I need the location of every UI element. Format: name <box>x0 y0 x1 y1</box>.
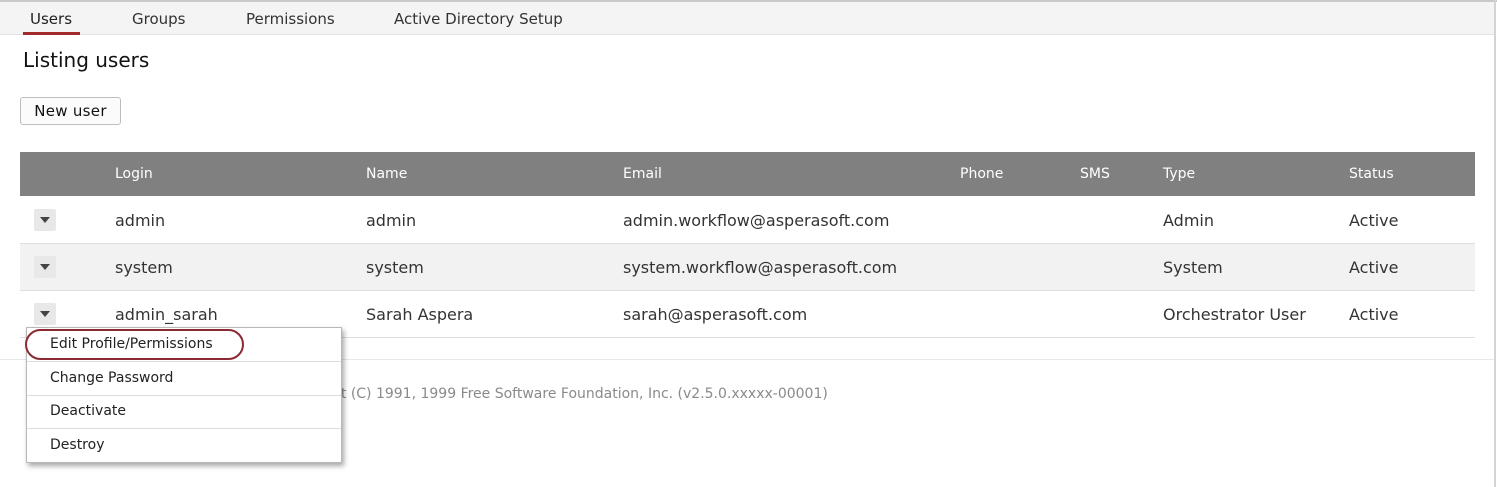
header-type[interactable]: Type <box>1163 166 1195 182</box>
header-status[interactable]: Status <box>1349 166 1394 182</box>
cell-name: Sarah Aspera <box>366 305 474 324</box>
cell-login: admin <box>115 211 166 230</box>
active-tab-indicator <box>23 32 80 35</box>
cell-type: Admin <box>1163 211 1214 230</box>
cell-email: admin.workflow@asperasoft.com <box>623 211 890 230</box>
header-email[interactable]: Email <box>623 166 662 182</box>
caret-down-icon[interactable] <box>34 209 56 231</box>
table-row: system system system.workflow@asperasoft… <box>20 244 1475 291</box>
tab-bar: Users Groups Permissions Active Director… <box>0 2 1494 35</box>
menu-item-destroy[interactable]: Destroy <box>27 429 341 462</box>
header-name[interactable]: Name <box>366 166 407 182</box>
right-border <box>1494 0 1496 487</box>
caret-down-icon[interactable] <box>34 256 56 278</box>
header-sms[interactable]: SMS <box>1080 166 1110 182</box>
table-row: admin admin admin.workflow@asperasoft.co… <box>20 197 1475 244</box>
cell-name: system <box>366 258 424 277</box>
cell-status: Active <box>1349 211 1399 230</box>
menu-item-label: Deactivate <box>50 403 127 419</box>
new-user-button[interactable]: New user <box>20 97 121 125</box>
footer-copyright: nt (C) 1991, 1999 Free Software Foundati… <box>332 386 828 402</box>
cell-status: Active <box>1349 258 1399 277</box>
header-phone[interactable]: Phone <box>960 166 1003 182</box>
cell-name: admin <box>366 211 417 230</box>
menu-item-edit-profile-permissions[interactable]: Edit Profile/Permissions <box>25 328 341 362</box>
cell-type: System <box>1163 258 1223 277</box>
cell-login: admin_sarah <box>115 305 218 324</box>
caret-down-icon[interactable] <box>34 303 56 325</box>
cell-email: system.workflow@asperasoft.com <box>623 258 898 277</box>
page-title: Listing users <box>23 48 150 72</box>
cell-status: Active <box>1349 305 1399 324</box>
menu-item-label: Destroy <box>50 437 105 453</box>
tab-permissions[interactable]: Permissions <box>246 10 335 28</box>
table-header: Login Name Email Phone SMS Type Status <box>20 152 1475 196</box>
cell-login: system <box>115 258 173 277</box>
tab-groups[interactable]: Groups <box>132 10 185 28</box>
menu-item-change-password[interactable]: Change Password <box>27 362 341 396</box>
cell-email: sarah@asperasoft.com <box>623 305 808 324</box>
row-action-menu: Edit Profile/Permissions Change Password… <box>25 327 342 463</box>
header-login[interactable]: Login <box>115 166 153 182</box>
menu-item-label: Change Password <box>50 370 174 386</box>
menu-item-deactivate[interactable]: Deactivate <box>27 395 341 429</box>
cell-type: Orchestrator User <box>1163 305 1306 324</box>
tab-users[interactable]: Users <box>30 10 72 28</box>
tab-active-directory-setup[interactable]: Active Directory Setup <box>394 10 563 28</box>
menu-item-label: Edit Profile/Permissions <box>50 336 213 352</box>
